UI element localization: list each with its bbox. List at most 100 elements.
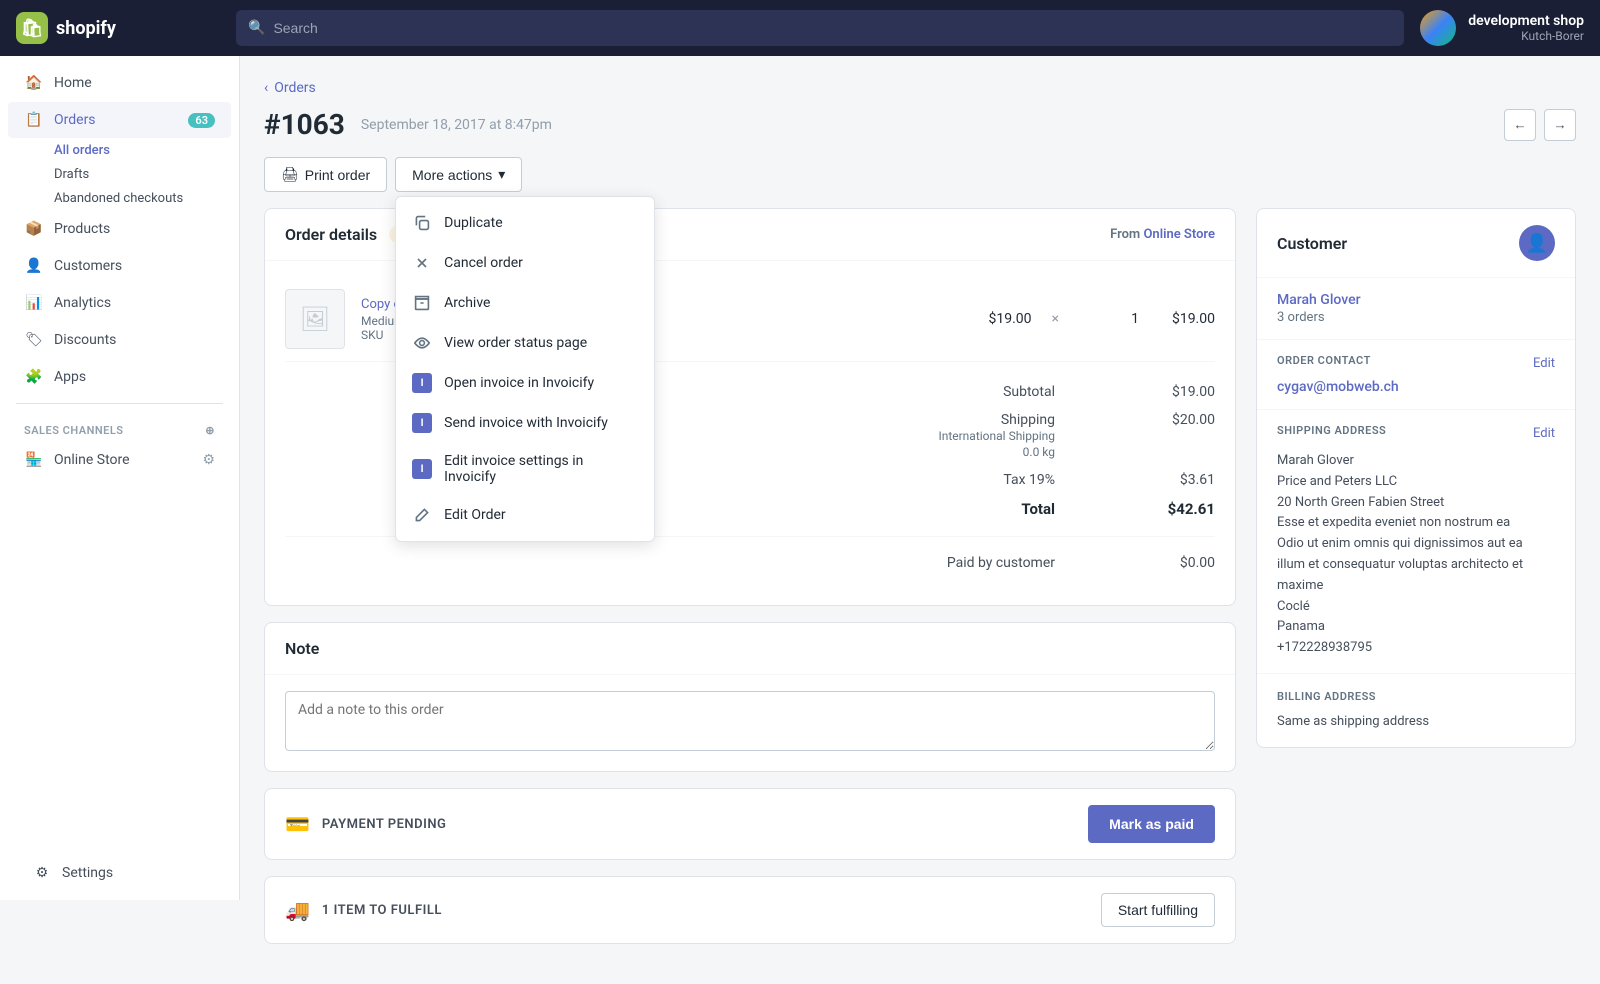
edit-invoice-label: Edit invoice settings in Invoicify [444,453,638,485]
view-status-label: View order status page [444,335,587,351]
sidebar: 🏠 Home 📋 Orders 63 All orders Drafts Aba… [0,56,240,900]
invoice-edit-icon: I [412,459,432,479]
contact-section: ORDER CONTACT Edit cygav@mobweb.ch [1257,339,1575,409]
menu-item-duplicate[interactable]: Duplicate [396,203,654,243]
sidebar-item-analytics[interactable]: 📊 Analytics [8,285,231,321]
sidebar-item-apps[interactable]: 🧩 Apps [8,359,231,395]
item-total: $19.00 [1155,311,1215,327]
contact-email[interactable]: cygav@mobweb.ch [1277,379,1555,395]
contact-label: ORDER CONTACT [1277,354,1371,367]
start-fulfilling-button[interactable]: Start fulfilling [1101,893,1215,927]
duplicate-label: Duplicate [444,215,503,231]
customers-icon: 👤 [24,256,44,276]
home-icon: 🏠 [24,73,44,93]
page-title: #1063 [264,108,345,141]
search-bar[interactable]: 🔍 [236,10,1404,46]
breadcrumb-orders: Orders [274,80,316,96]
printer-icon: 🖨 [281,166,299,183]
logo-text: shopify [56,18,116,39]
order-date: September 18, 2017 at 8:47pm [361,117,552,133]
menu-item-archive[interactable]: Archive [396,283,654,323]
menu-item-edit-invoice[interactable]: I Edit invoice settings in Invoicify [396,443,654,495]
note-header: Note [265,623,1235,675]
sidebar-item-orders[interactable]: 📋 Orders 63 [8,102,231,138]
analytics-icon: 📊 [24,293,44,313]
print-order-button[interactable]: 🖨 Print order [264,157,387,192]
breadcrumb[interactable]: ‹ Orders [264,80,1576,96]
sidebar-item-home[interactable]: 🏠 Home [8,65,231,101]
subtotal-value: $19.00 [1135,384,1215,400]
shipping-value: $20.00 [1135,412,1215,460]
online-store-settings-icon[interactable]: ⚙ [202,452,215,468]
payment-banner: 💳 PAYMENT PENDING Mark as paid [264,788,1236,860]
shopify-logo: 🛍 shopify [16,12,236,44]
menu-item-cancel[interactable]: Cancel order [396,243,654,283]
shop-avatar [1420,10,1456,46]
search-input[interactable] [273,20,1392,36]
shipping-sub: International Shipping [938,429,1055,443]
total-value: $42.61 [1135,500,1215,518]
shop-subdomain: Kutch-Borer [1468,29,1584,43]
all-orders-label: All orders [54,143,110,158]
menu-item-view-status[interactable]: View order status page [396,323,654,363]
times-symbol: × [1052,311,1059,327]
sidebar-item-discounts[interactable]: 🏷 Discounts [8,322,231,358]
sidebar-label-products: Products [54,221,110,237]
note-body [265,675,1235,771]
credit-card-icon: 💳 [285,812,310,836]
tax-label: Tax 19% [895,472,1055,488]
topnav-right: development shop Kutch-Borer [1420,10,1584,46]
prev-order-button[interactable]: ← [1504,109,1536,141]
sidebar-item-settings[interactable]: ⚙ Settings [16,855,223,891]
send-invoice-label: Send invoice with Invoicify [444,415,608,431]
sidebar-sub-drafts[interactable]: Drafts [8,163,231,186]
open-invoice-label: Open invoice in Invoicify [444,375,594,391]
more-actions-menu: Duplicate Cancel order Archive [395,196,655,542]
more-actions-button[interactable]: More actions ▾ [395,157,522,192]
menu-item-edit-order[interactable]: Edit Order [396,495,654,535]
copy-icon [412,213,432,233]
paid-row: Paid by customer $0.00 [285,549,1215,577]
next-order-button[interactable]: → [1544,109,1576,141]
sidebar-divider [16,403,223,404]
item-qty: 1 [1079,311,1139,327]
menu-item-send-invoice[interactable]: I Send invoice with Invoicify [396,403,654,443]
shop-name: development shop [1468,13,1584,29]
order-details-label: Order details [285,225,377,244]
shopify-bag-icon: 🛍 [16,12,48,44]
shipping-label: Shipping International Shipping 0.0 kg [895,412,1055,460]
settings-icon: ⚙ [32,863,52,883]
sidebar-sub-abandoned[interactable]: Abandoned checkouts [8,187,231,210]
shipping-address-label: SHIPPING ADDRESS [1277,424,1386,437]
customer-name[interactable]: Marah Glover [1277,292,1555,308]
customer-avatar: 👤 [1519,225,1555,261]
mark-paid-label: Mark as paid [1109,816,1194,832]
sidebar-sub-all-orders[interactable]: All orders [8,139,231,162]
page-header: #1063 September 18, 2017 at 8:47pm ← → [264,108,1576,141]
sidebar-label-home: Home [54,75,92,91]
item-price: $19.00 [972,311,1032,327]
contact-edit-link[interactable]: Edit [1533,356,1555,371]
shipping-weight: 0.0 kg [1023,445,1055,459]
sidebar-item-customers[interactable]: 👤 Customers [8,248,231,284]
customer-section-label: Customer [1277,234,1347,253]
add-channel-icon[interactable]: ⊕ [205,424,215,437]
shipping-edit-link[interactable]: Edit [1533,426,1555,441]
customer-card-header: Customer 👤 [1257,209,1575,278]
toolbar: 🖨 Print order More actions ▾ Duplicate [264,157,1576,192]
fulfill-banner: 🚚 1 ITEM TO FULFILL Start fulfilling [264,876,1236,944]
mark-as-paid-button[interactable]: Mark as paid [1088,805,1215,843]
tax-value: $3.61 [1135,472,1215,488]
sidebar-label-discounts: Discounts [54,332,116,348]
truck-icon: 🚚 [285,898,310,922]
sidebar-label-customers: Customers [54,258,122,274]
sidebar-item-products[interactable]: 📦 Products [8,211,231,247]
menu-item-open-invoice[interactable]: I Open invoice in Invoicify [396,363,654,403]
orders-icon: 📋 [24,110,44,130]
billing-address-text: Same as shipping address [1277,712,1555,733]
apps-icon: 🧩 [24,367,44,387]
note-textarea[interactable] [285,691,1215,751]
billing-address-label: BILLING ADDRESS [1277,690,1376,703]
more-actions-label: More actions [412,167,492,183]
sidebar-item-online-store[interactable]: 🏪 Online Store ⚙ [8,442,231,478]
